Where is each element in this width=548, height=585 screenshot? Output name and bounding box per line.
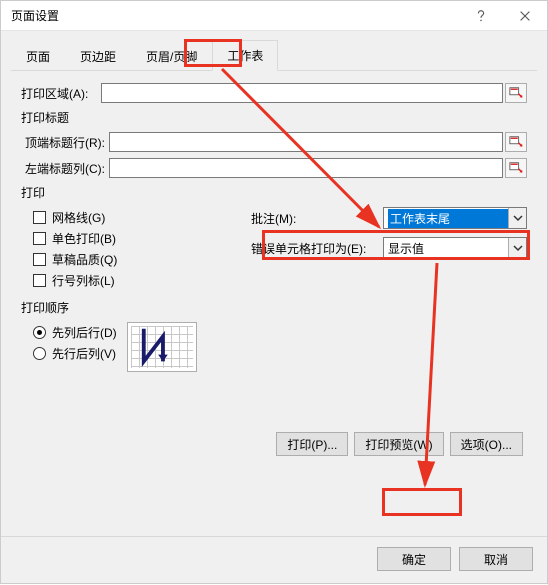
tab-page[interactable]: 页面: [11, 41, 65, 71]
tab-header-footer[interactable]: 页眉/页脚: [131, 41, 212, 71]
errors-value: 显示值: [388, 240, 424, 257]
comments-value: 工作表末尾: [388, 209, 526, 228]
errors-label: 错误单元格打印为(E):: [251, 240, 383, 257]
tab-label: 页面: [26, 50, 50, 64]
print-area-label: 打印区域(A):: [21, 85, 101, 102]
range-select-icon: [509, 135, 523, 149]
print-area-range-button[interactable]: [505, 83, 527, 103]
title-cols-range-button[interactable]: [505, 158, 527, 178]
title-cols-input[interactable]: [109, 158, 503, 178]
titlebar: 页面设置: [1, 1, 547, 31]
checkbox-icon: [33, 253, 46, 266]
dialog-content: 打印区域(A): 打印标题 顶端标题行(R): 左端标题列(C): 打印: [1, 71, 547, 536]
chevron-down-icon: [508, 208, 526, 228]
help-button[interactable]: [459, 1, 503, 31]
draft-checkbox-row[interactable]: 草稿品质(Q): [21, 249, 251, 270]
print-area-input[interactable]: [101, 83, 503, 103]
down-then-over-radio-row[interactable]: 先列后行(D): [21, 322, 117, 343]
page-order-graphic: [127, 322, 197, 372]
tabs: 页面 页边距 页眉/页脚 工作表: [1, 31, 547, 70]
options-button[interactable]: 选项(O)...: [450, 432, 523, 456]
checkbox-icon: [33, 274, 46, 287]
chevron-down-icon: [508, 238, 526, 258]
close-button[interactable]: [503, 1, 547, 31]
help-icon: [474, 9, 488, 23]
checkbox-icon: [33, 211, 46, 224]
radio-icon: [33, 347, 46, 360]
down-then-over-label: 先列后行(D): [52, 324, 117, 341]
draft-label: 草稿品质(Q): [52, 251, 117, 268]
dialog-footer: 确定 取消: [1, 536, 547, 583]
radio-icon: [33, 326, 46, 339]
print-preview-button[interactable]: 打印预览(W): [354, 432, 443, 456]
title-rows-input[interactable]: [109, 132, 503, 152]
gridlines-label: 网格线(G): [52, 209, 105, 226]
tab-label: 页眉/页脚: [146, 50, 197, 64]
row-col-headers-checkbox-row[interactable]: 行号列标(L): [21, 270, 251, 291]
cancel-button[interactable]: 取消: [459, 547, 533, 571]
titlebar-title: 页面设置: [11, 7, 459, 24]
tab-sheet[interactable]: 工作表: [212, 40, 278, 71]
checkbox-icon: [33, 232, 46, 245]
print-button[interactable]: 打印(P)...: [276, 432, 348, 456]
title-rows-range-button[interactable]: [505, 132, 527, 152]
action-buttons-row: 打印(P)... 打印预览(W) 选项(O)...: [21, 432, 527, 464]
order-section-label: 打印顺序: [21, 299, 527, 316]
title-cols-label: 左端标题列(C):: [21, 160, 109, 177]
tab-label: 页边距: [80, 50, 116, 64]
title-rows-label: 顶端标题行(R):: [21, 134, 109, 151]
close-icon: [518, 9, 532, 23]
gridlines-checkbox-row[interactable]: 网格线(G): [21, 207, 251, 228]
over-then-down-radio-row[interactable]: 先行后列(V): [21, 343, 117, 364]
black-white-checkbox-row[interactable]: 单色打印(B): [21, 228, 251, 249]
over-then-down-label: 先行后列(V): [52, 345, 116, 362]
range-select-icon: [509, 86, 523, 100]
tab-margins[interactable]: 页边距: [65, 41, 131, 71]
print-section-label: 打印: [21, 184, 527, 201]
page-setup-dialog: 页面设置 页面 页边距 页眉/页脚 工作表 打印区域(A): 打印标题 顶端标题…: [0, 0, 548, 584]
comments-combo[interactable]: 工作表末尾: [383, 207, 527, 229]
comments-label: 批注(M):: [251, 210, 383, 227]
range-select-icon: [509, 161, 523, 175]
black-white-label: 单色打印(B): [52, 230, 116, 247]
print-titles-section-label: 打印标题: [21, 109, 527, 126]
errors-combo[interactable]: 显示值: [383, 237, 527, 259]
row-col-headers-label: 行号列标(L): [52, 272, 115, 289]
ok-button[interactable]: 确定: [377, 547, 451, 571]
tab-label: 工作表: [227, 49, 263, 63]
